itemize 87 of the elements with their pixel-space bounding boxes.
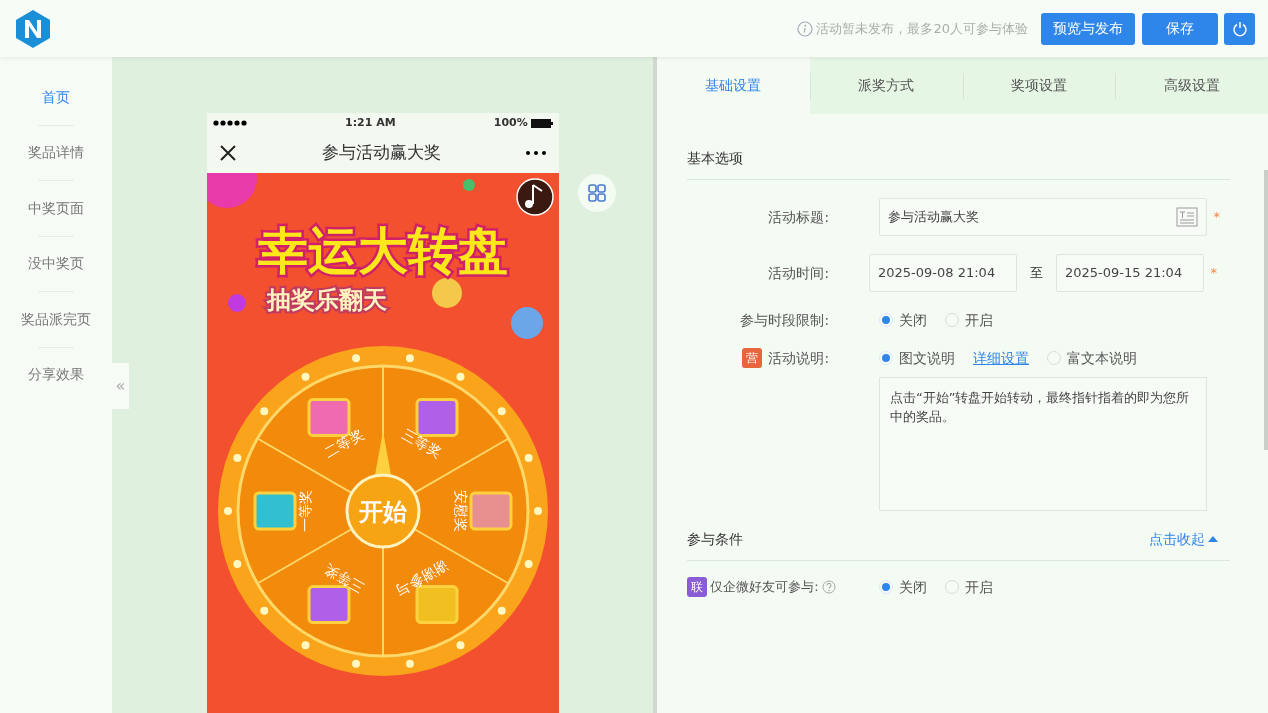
- battery-text: 100%: [493, 114, 528, 131]
- wheel-light: [497, 407, 506, 416]
- pointer-icon: [375, 431, 391, 475]
- wheel-light: [405, 659, 414, 668]
- date-input[interactable]: 2025-09-08 21:04: [869, 254, 1017, 292]
- wheel-light: [497, 606, 506, 615]
- radio-option[interactable]: 开启: [945, 310, 993, 331]
- tab[interactable]: 派奖方式: [809, 57, 963, 114]
- radio-option[interactable]: 关闭: [879, 576, 927, 597]
- wheel-light: [405, 354, 414, 363]
- radio-option[interactable]: 关闭: [879, 310, 927, 331]
- sidebar-item[interactable]: 没中奖页: [0, 236, 112, 291]
- wheel-light: [524, 560, 533, 568]
- status-time: 1:21 AM: [345, 114, 396, 131]
- section-title: 参与条件: [687, 529, 743, 549]
- radio-option[interactable]: 开启: [945, 576, 993, 597]
- sidebar-item[interactable]: 首页: [0, 70, 112, 125]
- bubble-decoration: [207, 173, 257, 208]
- prize-label: 一等奖: [297, 490, 313, 532]
- wheel-light: [224, 507, 232, 515]
- sidebar-item[interactable]: 中奖页面: [0, 181, 112, 236]
- banner-subtitle: 抽奖乐翻天: [267, 286, 387, 314]
- range-separator: 至: [1030, 264, 1043, 283]
- save-button[interactable]: 保存: [1141, 12, 1218, 45]
- section-title: 基本选项: [687, 149, 743, 168]
- wheel-light: [534, 507, 542, 515]
- collapse-link[interactable]: 点击收起: [1148, 529, 1205, 550]
- wheel-light: [260, 606, 269, 615]
- text-format-icon[interactable]: [1176, 207, 1198, 227]
- wheel-light: [233, 454, 242, 462]
- tab[interactable]: 奖项设置: [962, 57, 1116, 114]
- field-label: 活动说明:: [768, 349, 829, 369]
- field-label: 仅企微好友可参与:: [710, 577, 819, 596]
- sidebar-item[interactable]: 奖品派完页: [0, 292, 112, 347]
- bubble-decoration: [511, 307, 543, 339]
- more-icon[interactable]: [526, 151, 546, 155]
- badge-icon: 营: [741, 348, 762, 369]
- close-icon[interactable]: [220, 145, 236, 161]
- field-label: 参与时段限制:: [740, 311, 829, 330]
- title-input[interactable]: 参与活动赢大奖: [879, 198, 1207, 236]
- wheel-light: [233, 560, 242, 568]
- wheel-light: [301, 641, 310, 650]
- battery-icon: [531, 118, 553, 128]
- radio-option[interactable]: 图文说明: [879, 348, 955, 369]
- prize-label: 安慰奖: [453, 490, 469, 532]
- wheel-light: [456, 372, 465, 381]
- help-icon[interactable]: [821, 579, 836, 594]
- field-label: 活动标题:: [768, 207, 829, 227]
- tab[interactable]: 高级设置: [1115, 57, 1268, 114]
- power-icon: [1231, 21, 1248, 37]
- sidebar-item[interactable]: 分享效果: [0, 347, 112, 402]
- radio-option[interactable]: 富文本说明: [1047, 348, 1137, 369]
- phone-title: 参与活动赢大奖: [321, 141, 441, 165]
- wheel-light: [456, 641, 465, 650]
- bubble-decoration: [432, 278, 462, 308]
- description-textarea[interactable]: 点击“开始”转盘开始转动，最终指针指着的即为您所中的奖品。: [879, 376, 1207, 511]
- prize-label: 三等奖: [321, 561, 367, 596]
- required-mark: *: [1213, 208, 1220, 227]
- sidebar-item[interactable]: 奖品详情: [0, 125, 112, 180]
- banner-title: 幸运大转盘: [258, 222, 508, 280]
- wheel-light: [524, 454, 533, 462]
- prize-label: 谢谢参与: [393, 557, 451, 600]
- prize-label: 三等奖: [399, 426, 445, 461]
- wheel-light: [260, 407, 269, 416]
- logo-icon: [13, 8, 53, 49]
- bubble-decoration: [228, 294, 246, 312]
- field-label: 活动时间:: [768, 263, 829, 283]
- music-note-icon[interactable]: [516, 178, 554, 216]
- bubble-decoration: [463, 179, 475, 191]
- date-input[interactable]: 2025-09-15 21:04: [1056, 254, 1204, 292]
- info-icon: [797, 20, 814, 37]
- detail-settings-link[interactable]: 详细设置: [973, 348, 1029, 369]
- notice-text: 活动暂未发布，最多20人可参与体验: [816, 19, 1028, 38]
- caret-icon: [1208, 536, 1218, 543]
- wheel-light: [352, 354, 361, 363]
- wheel-light: [352, 659, 361, 668]
- prize-label: 二等奖: [321, 426, 367, 461]
- signal-icon: [213, 120, 247, 126]
- gift-icon: [415, 585, 459, 625]
- power-button[interactable]: [1224, 12, 1255, 45]
- gift-icon: [253, 491, 297, 531]
- preview-publish-button[interactable]: 预览与发布: [1041, 12, 1135, 45]
- grid-icon[interactable]: [578, 174, 616, 212]
- gift-icon: [469, 491, 513, 531]
- wheel-light: [301, 372, 310, 381]
- badge-icon: 联: [687, 576, 707, 597]
- required-mark: *: [1210, 264, 1217, 283]
